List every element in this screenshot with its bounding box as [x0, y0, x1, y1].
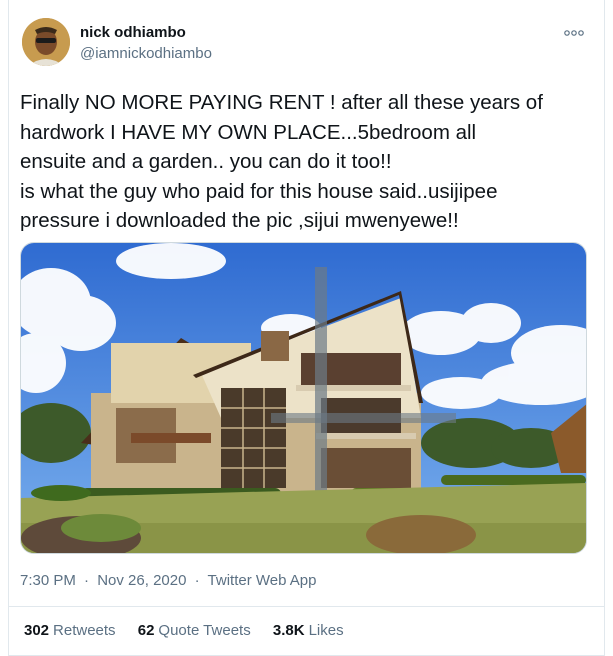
tweet-source-app[interactable]: Twitter Web App — [208, 572, 317, 589]
retweets-label: Retweets — [53, 622, 116, 639]
meta-separator: · — [84, 572, 90, 589]
likes-stat[interactable]: 3.8K Likes — [273, 622, 344, 639]
tweet-photo[interactable] — [20, 242, 587, 554]
meta-separator: · — [194, 572, 200, 589]
tweet-date[interactable]: Nov 26, 2020 — [97, 572, 186, 589]
retweets-count: 302 — [24, 622, 50, 639]
author-handle[interactable]: @iamnickodhiambo — [80, 45, 212, 62]
author-name[interactable]: nick odhiambo — [80, 24, 186, 41]
quote-tweets-stat[interactable]: 62 Quote Tweets — [138, 622, 251, 639]
likes-label: Likes — [308, 622, 344, 639]
divider — [8, 606, 605, 607]
retweets-stat[interactable]: 302 Retweets — [24, 622, 116, 639]
quote-tweets-count: 62 — [137, 622, 155, 639]
more-options-button[interactable] — [563, 23, 589, 43]
more-horizontal-icon — [564, 30, 584, 36]
quote-tweets-label: Quote Tweets — [158, 622, 251, 639]
tweet-stats: 302 Retweets 62 Quote Tweets 3.8K Likes — [24, 622, 362, 639]
tweet-metadata: 7:30 PM · Nov 26, 2020 · Twitter Web App — [20, 572, 320, 589]
tweet-text: Finally NO MORE PAYING RENT ! after all … — [20, 91, 543, 232]
likes-count: 3.8K — [272, 622, 305, 639]
tweet-time[interactable]: 7:30 PM — [20, 572, 76, 589]
avatar[interactable] — [22, 18, 70, 66]
